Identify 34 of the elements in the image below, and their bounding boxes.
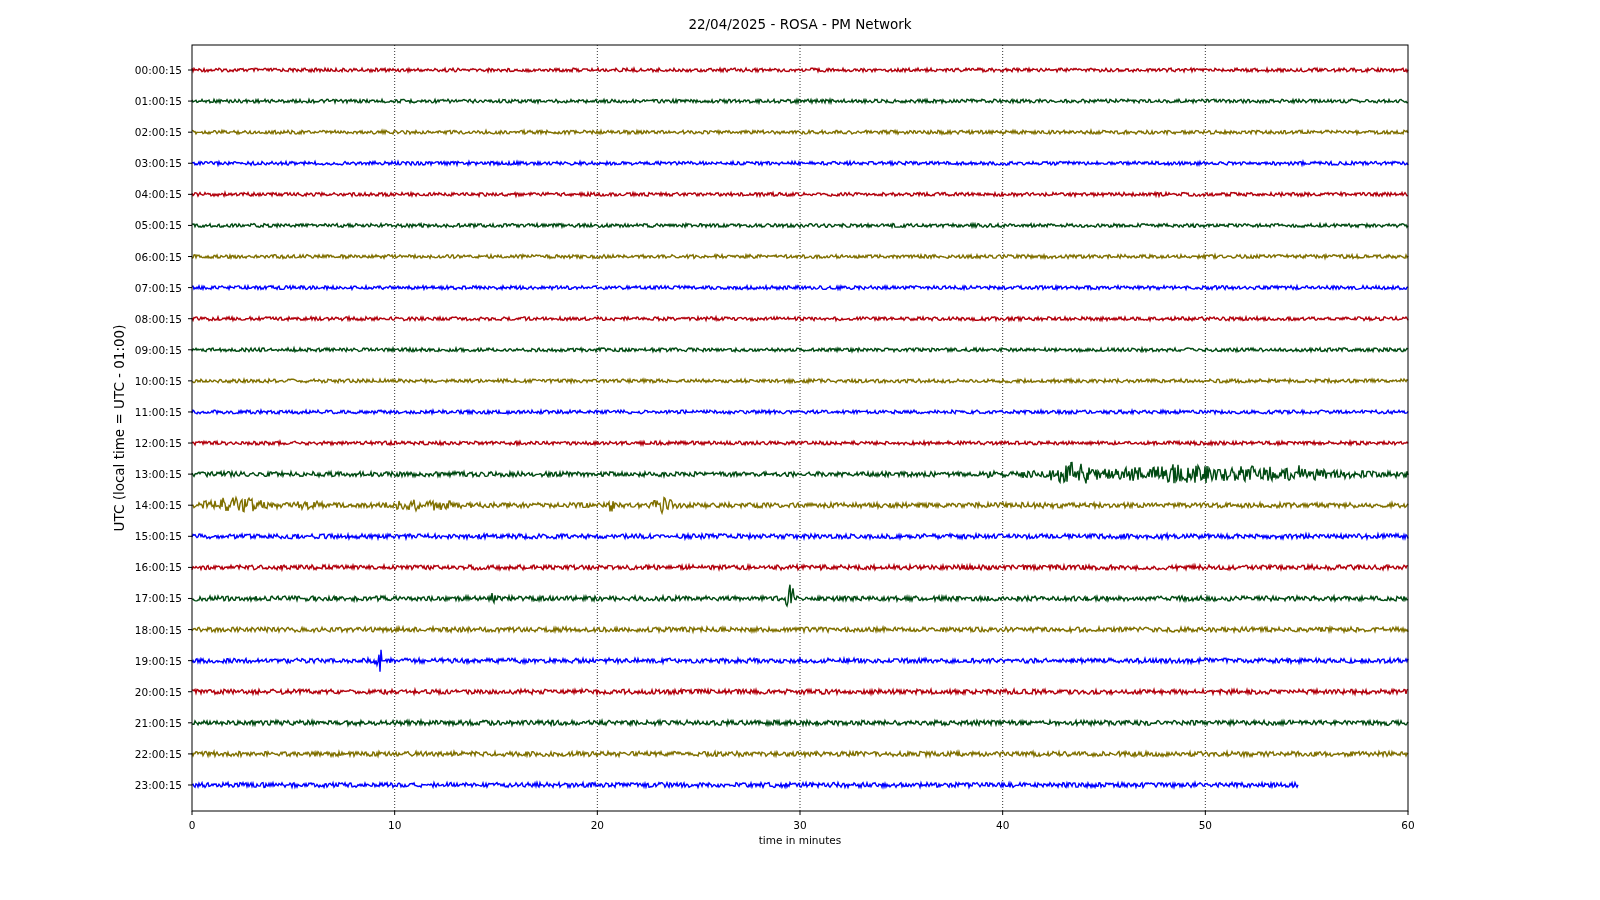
y-tick-label: 05:00:15 [134, 219, 182, 232]
y-tick-label: 17:00:15 [134, 592, 182, 605]
x-tick-label: 0 [188, 819, 196, 831]
y-tick-label: 04:00:15 [134, 188, 182, 201]
y-tick-label: 01:00:15 [134, 95, 182, 108]
y-tick-label: 21:00:15 [134, 716, 182, 729]
y-axis-label: UTC (local time = UTC - 01:00) [111, 324, 127, 532]
y-tick-label: 20:00:15 [134, 685, 182, 698]
x-tick-label: 20 [590, 819, 604, 831]
chart-title: 22/04/2025 - ROSA - PM Network [688, 16, 912, 32]
x-tick-label: 40 [996, 819, 1010, 831]
y-tick-label: 11:00:15 [134, 405, 182, 418]
x-tick-label: 50 [1198, 819, 1212, 831]
y-tick-label: 19:00:15 [134, 654, 182, 667]
y-tick-label: 09:00:15 [134, 343, 182, 356]
y-tick-label: 06:00:15 [134, 250, 182, 263]
y-tick-label: 08:00:15 [134, 312, 182, 325]
y-tick-label: 12:00:15 [134, 437, 182, 450]
x-axis-label: time in minutes [758, 834, 842, 846]
y-tick-label: 10:00:15 [134, 374, 182, 387]
y-tick-label: 23:00:15 [134, 779, 182, 791]
y-tick-label: 22:00:15 [134, 747, 182, 760]
x-tick-label: 30 [793, 819, 807, 831]
y-tick-label: 13:00:15 [134, 468, 182, 481]
y-tick-label: 07:00:15 [134, 281, 182, 294]
y-tick-label: 14:00:15 [134, 499, 182, 512]
y-tick-label: 15:00:15 [134, 530, 182, 543]
y-tick-label: 00:00:15 [134, 64, 182, 76]
x-tick-label: 60 [1401, 819, 1415, 831]
y-tick-label: 03:00:15 [134, 157, 182, 170]
x-tick-label: 10 [388, 819, 402, 831]
y-tick-label: 18:00:15 [134, 623, 182, 636]
y-tick-label: 02:00:15 [134, 126, 182, 139]
y-tick-label: 16:00:15 [134, 561, 182, 574]
